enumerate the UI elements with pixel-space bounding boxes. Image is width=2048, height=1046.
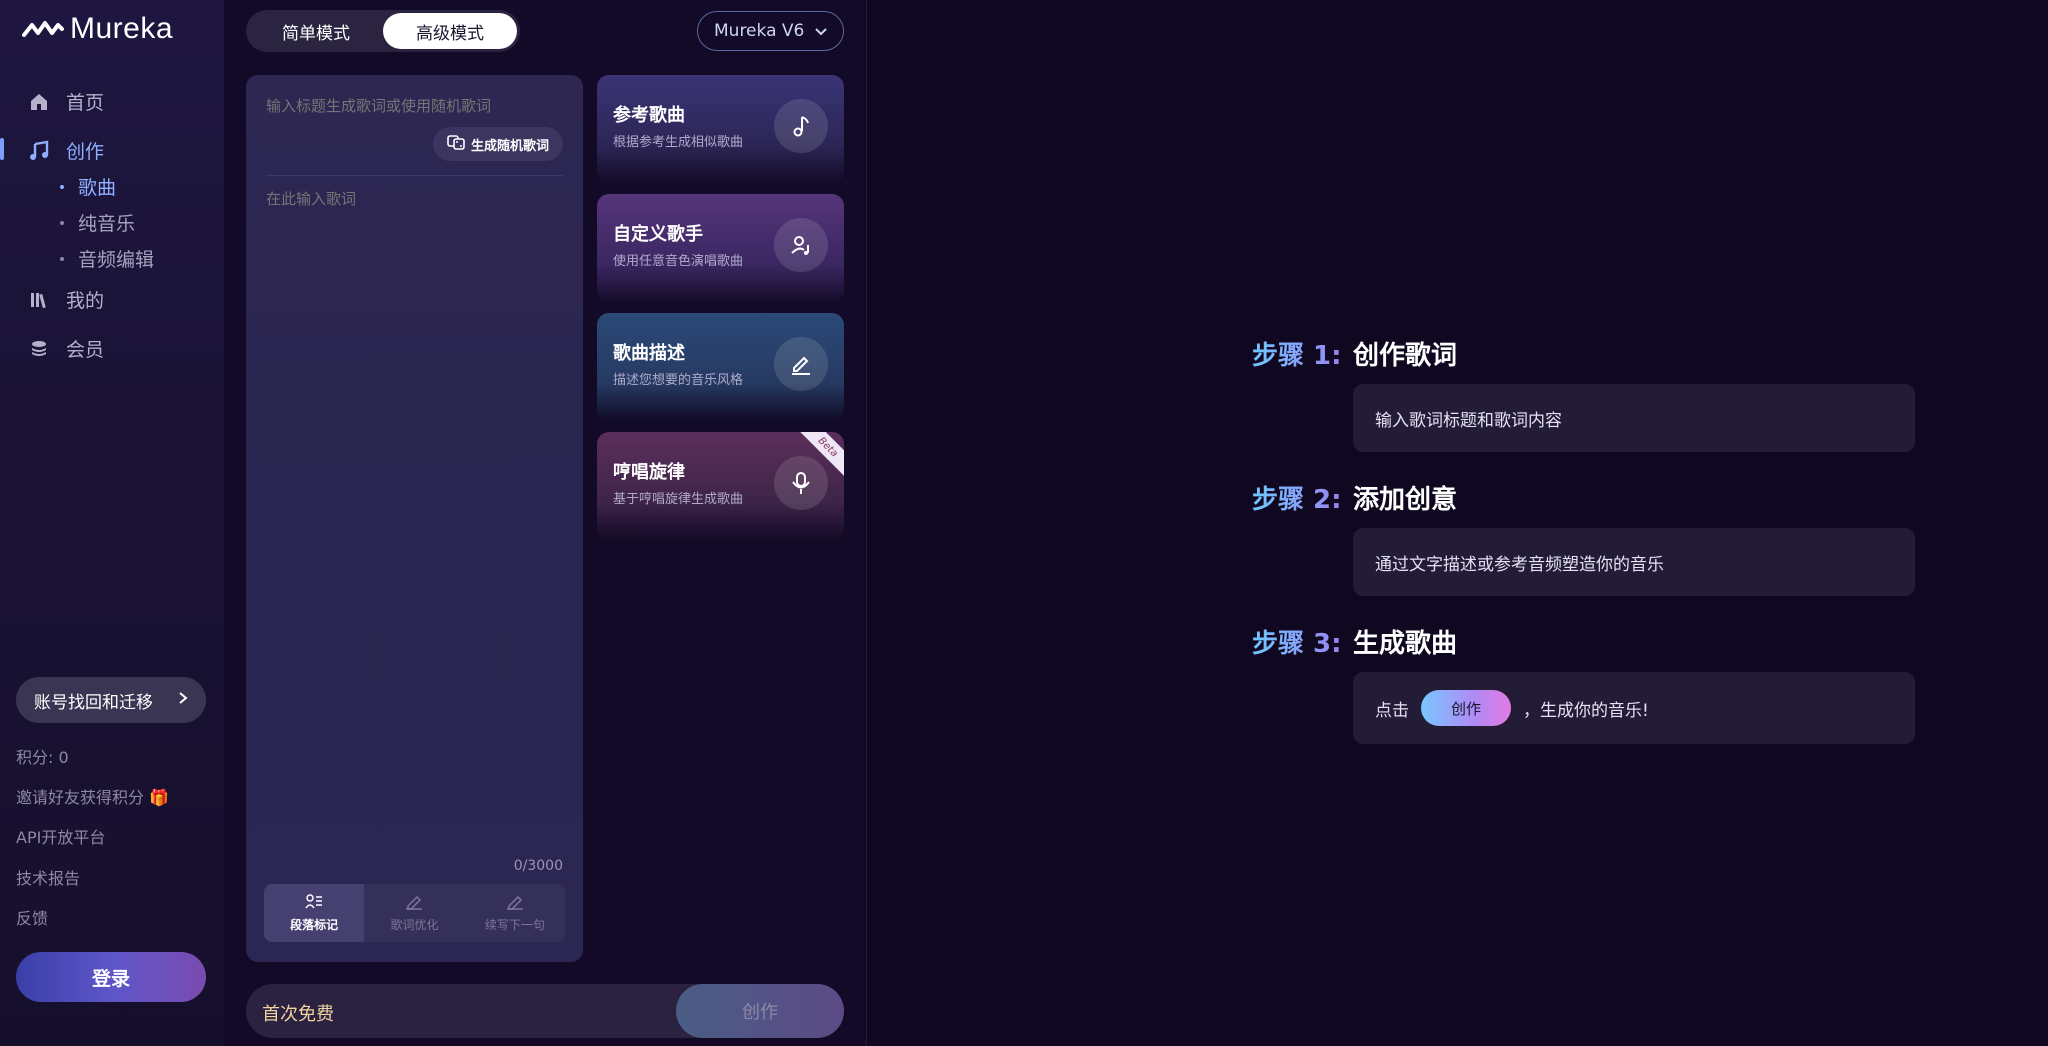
card-subtitle: 基于哼唱旋律生成歌曲 (613, 492, 744, 507)
card-subtitle: 使用任意音色演唱歌曲 (613, 254, 744, 269)
feedback-link[interactable]: 反馈 (16, 905, 48, 929)
model-select[interactable]: Mureka V6 (697, 11, 844, 51)
coins-icon (28, 338, 50, 360)
section-marker-icon (305, 893, 323, 913)
sidebar: Mureka 首页 创作 歌曲 纯音乐 音频编辑 我的 会员 账号找回和迁移 积… (0, 0, 224, 1046)
reference-song-card[interactable]: 参考歌曲 根据参考生成相似歌曲 (597, 75, 844, 183)
login-button[interactable]: 登录 (16, 952, 206, 1002)
sub-label-instrumental: 纯音乐 (78, 213, 136, 235)
sub-item-instrumental[interactable]: 纯音乐 (60, 209, 135, 236)
inline-create-button[interactable]: 创作 (1421, 690, 1511, 726)
mode-switch: 简单模式 高级模式 (246, 10, 520, 52)
music-note-icon (774, 99, 828, 153)
section-marker-label: 段落标记 (290, 917, 339, 932)
sub-label-song: 歌曲 (78, 177, 117, 199)
nav-item-mine[interactable]: 我的 (28, 286, 104, 313)
sub-item-song[interactable]: 歌曲 (60, 173, 116, 200)
song-title-input[interactable] (266, 97, 556, 115)
step-2-box: 通过文字描述或参考音频塑造你的音乐 (1353, 528, 1915, 596)
lyrics-editor: 生成随机歌词 0/3000 段落标记 歌词优化 续写下一句 (246, 75, 583, 962)
lyrics-textarea[interactable] (266, 188, 563, 923)
sub-label-audio-edit: 音频编辑 (78, 249, 155, 271)
nav-label-mine: 我的 (66, 290, 105, 312)
bullet-dot (60, 256, 64, 261)
bullet-dot (60, 220, 64, 225)
continue-line-tool[interactable]: 续写下一句 (465, 884, 565, 942)
invite-link[interactable]: 邀请好友获得积分 🎁 (16, 784, 169, 808)
step-2-desc: 通过文字描述或参考音频塑造你的音乐 (1375, 554, 1664, 575)
step-3-desc-before: 点击 (1375, 700, 1409, 721)
account-migrate-label: 账号找回和迁移 (34, 692, 153, 713)
step-3-label: 步骤 3: (1252, 623, 1342, 660)
step-1-box: 输入歌词标题和歌词内容 (1353, 384, 1915, 452)
editor-divider (266, 175, 563, 176)
home-icon (28, 91, 50, 113)
card-title: 歌曲描述 (613, 343, 685, 364)
create-button[interactable]: 创作 (676, 984, 844, 1038)
library-icon (28, 289, 50, 311)
step-2-label: 步骤 2: (1252, 479, 1342, 516)
microphone-icon (774, 456, 828, 510)
logo-text: Mureka (70, 12, 174, 45)
chevron-down-icon (815, 21, 827, 41)
step-1-desc: 输入歌词标题和歌词内容 (1375, 410, 1562, 431)
optimize-icon (405, 894, 423, 913)
api-platform-link[interactable]: API开放平台 (16, 824, 105, 848)
step-3-desc-after: ，生成你的音乐! (1523, 700, 1649, 721)
nav-item-home[interactable]: 首页 (28, 88, 104, 115)
editor-toolbar: 段落标记 歌词优化 续写下一句 (264, 884, 565, 942)
free-trial-text: 首次免费 (262, 1004, 334, 1025)
card-subtitle: 根据参考生成相似歌曲 (613, 135, 744, 150)
advanced-mode-tab[interactable]: 高级模式 (383, 13, 517, 49)
lyric-optimize-tool[interactable]: 歌词优化 (364, 884, 464, 942)
card-title: 哼唱旋律 (613, 462, 685, 483)
song-description-card[interactable]: 歌曲描述 描述您想要的音乐风格 (597, 313, 844, 421)
bottom-bar: 首次免费 创作 (246, 984, 844, 1038)
bullet-dot (60, 184, 64, 189)
nav-label-membership: 会员 (66, 339, 105, 361)
simple-mode-tab[interactable]: 简单模式 (249, 13, 383, 49)
active-indicator (0, 138, 4, 160)
nav-item-create[interactable]: 创作 (28, 137, 104, 164)
sub-item-audio-edit[interactable]: 音频编辑 (60, 245, 154, 272)
pencil-icon (506, 894, 524, 913)
random-lyrics-button[interactable]: 生成随机歌词 (432, 127, 563, 161)
random-lyrics-label: 生成随机歌词 (470, 138, 549, 154)
singer-icon (774, 218, 828, 272)
pencil-icon (774, 337, 828, 391)
panel-divider (866, 0, 867, 1046)
card-title: 参考歌曲 (613, 105, 685, 126)
hum-melody-card[interactable]: 哼唱旋律 基于哼唱旋律生成歌曲 Beta (597, 432, 844, 540)
step-2-title: 添加创意 (1353, 485, 1458, 515)
account-migrate-button[interactable]: 账号找回和迁移 (16, 677, 206, 723)
lyric-optimize-label: 歌词优化 (390, 917, 439, 932)
dice-icon (447, 133, 465, 155)
card-title: 自定义歌手 (613, 224, 703, 245)
model-select-value: Mureka V6 (714, 21, 805, 41)
nav-label-home: 首页 (66, 92, 105, 114)
chevron-right-icon (178, 690, 188, 710)
logo[interactable]: Mureka (22, 12, 173, 46)
card-subtitle: 描述您想要的音乐风格 (613, 373, 744, 388)
points-text: 积分: 0 (16, 748, 69, 767)
section-marker-tool[interactable]: 段落标记 (264, 884, 365, 942)
custom-singer-card[interactable]: 自定义歌手 使用任意音色演唱歌曲 (597, 194, 844, 302)
nav-item-membership[interactable]: 会员 (28, 335, 104, 362)
music-note-icon (28, 140, 50, 162)
nav-label-create: 创作 (66, 141, 105, 163)
tech-report-link[interactable]: 技术报告 (16, 865, 80, 889)
step-3-title: 生成歌曲 (1353, 629, 1458, 659)
continue-line-label: 续写下一句 (484, 917, 545, 932)
mureka-logo-icon (22, 21, 64, 37)
step-3-box: 点击 创作 ，生成你的音乐! (1353, 672, 1915, 744)
step-1-label: 步骤 1: (1252, 335, 1342, 372)
step-1-title: 创作歌词 (1353, 341, 1458, 371)
char-counter: 0/3000 (513, 858, 563, 874)
